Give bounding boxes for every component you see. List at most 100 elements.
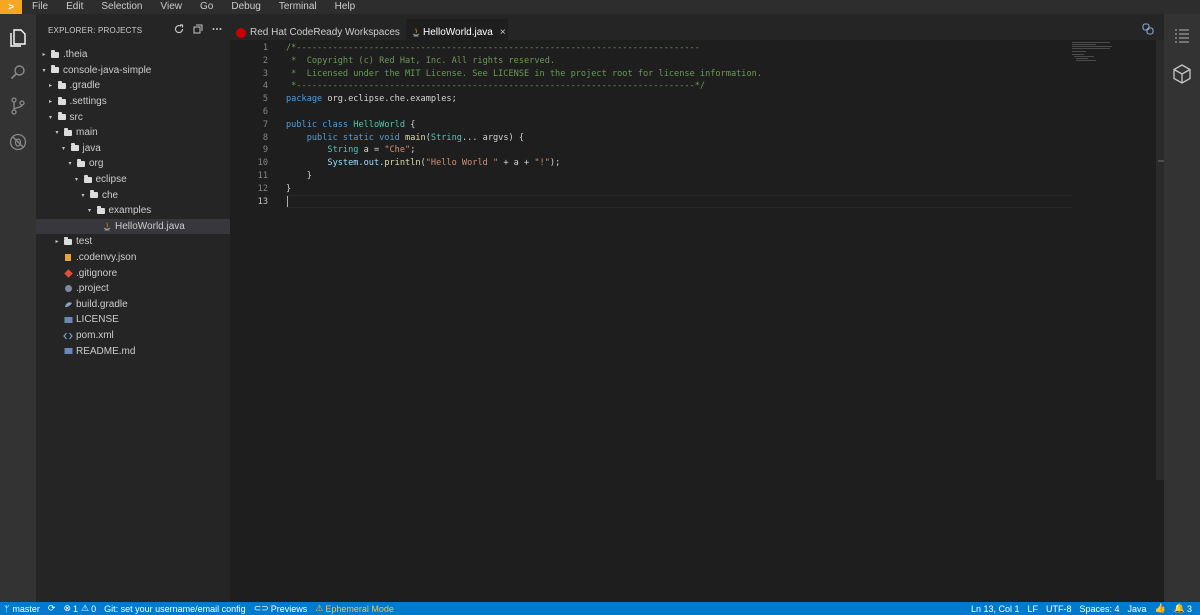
git-branch[interactable]: ᛘ master — [0, 604, 44, 614]
search-icon[interactable] — [8, 62, 28, 82]
notifications[interactable]: 🔔 3 — [1170, 603, 1196, 614]
code-string: "Che" — [384, 145, 411, 156]
tree-file[interactable]: build.gradle — [36, 297, 230, 313]
problems-indicator[interactable]: ⊗ 1 ⚠ 0 — [59, 603, 100, 614]
xml-file-icon — [63, 331, 73, 340]
tab-label: HelloWorld.java — [423, 27, 493, 38]
explorer-sidebar: EXPLORER: PROJECTS ▸ .theia ▾ console-java-… — [36, 14, 230, 602]
line-ending[interactable]: LF — [1023, 604, 1042, 614]
previews-button[interactable]: ⊂⊃ Previews — [250, 603, 312, 614]
menu-terminal[interactable]: Terminal — [270, 0, 326, 14]
language-mode[interactable]: Java — [1124, 604, 1151, 614]
tree-folder[interactable]: ▸ .theia — [36, 47, 230, 63]
menu-edit[interactable]: Edit — [57, 0, 92, 14]
chevron-down-icon[interactable]: ▾ — [60, 145, 68, 152]
tree-folder[interactable]: ▸ .gradle — [36, 78, 230, 94]
menu-selection[interactable]: Selection — [92, 0, 151, 14]
chevron-down-icon[interactable]: ▾ — [79, 192, 87, 199]
chevron-down-icon[interactable]: ▾ — [47, 114, 55, 121]
code-keyword: package — [286, 94, 323, 105]
chevron-right-icon[interactable]: ▸ — [40, 51, 48, 58]
tree-file[interactable]: pom.xml — [36, 328, 230, 344]
activity-bar — [0, 14, 36, 602]
chevron-down-icon[interactable]: ▾ — [53, 129, 61, 136]
tree-folder[interactable]: ▾ java — [36, 141, 230, 157]
tree-file[interactable]: .codenvy.json — [36, 250, 230, 266]
menu-help[interactable]: Help — [326, 0, 365, 14]
notification-count: 3 — [1186, 603, 1192, 614]
minimap[interactable] — [1068, 40, 1158, 80]
more-actions-icon[interactable] — [211, 23, 222, 34]
tree-folder[interactable]: ▾ console-java-simple — [36, 63, 230, 79]
tree-folder[interactable]: ▾ eclipse — [36, 172, 230, 188]
cursor-position[interactable]: Ln 13, Col 1 — [967, 604, 1024, 614]
file-encoding[interactable]: UTF-8 — [1042, 604, 1076, 614]
tree-folder[interactable]: ▾ org — [36, 156, 230, 172]
tree-folder[interactable]: ▾ examples — [36, 203, 230, 219]
tree-item-label: examples — [108, 205, 152, 217]
refresh-icon[interactable] — [173, 23, 184, 34]
code-text: org.eclipse.che.examples; — [322, 94, 457, 105]
source-control-icon[interactable] — [8, 96, 28, 116]
tree-folder[interactable]: ▾ main — [36, 125, 230, 141]
tree-item-label: main — [76, 127, 98, 139]
bell-icon: 🔔 — [1173, 603, 1185, 613]
chevron-right-icon[interactable]: ▸ — [47, 98, 55, 105]
chevron-down-icon[interactable]: ▾ — [66, 160, 74, 167]
chevron-down-icon[interactable]: ▾ — [40, 67, 48, 74]
tree-item-label: build.gradle — [76, 298, 128, 310]
files-icon[interactable] — [8, 28, 28, 48]
sync-icon[interactable]: ⟳ — [44, 603, 60, 614]
line-number: 6 — [262, 107, 268, 117]
tree-file[interactable]: .project — [36, 281, 230, 297]
ephemeral-mode-indicator[interactable]: ⚠ Ephemeral Mode — [311, 603, 398, 614]
indentation[interactable]: Spaces: 4 — [1076, 604, 1124, 614]
tree-file[interactable]: .gitignore — [36, 265, 230, 281]
menu-view[interactable]: View — [152, 0, 192, 14]
redhat-icon — [236, 27, 246, 38]
chevron-right-icon[interactable]: ▸ — [47, 82, 55, 89]
tree-folder[interactable]: ▸ test — [36, 234, 230, 250]
collapse-all-icon[interactable] — [192, 23, 203, 34]
close-tab-icon[interactable]: × — [500, 27, 506, 38]
code-type: String — [430, 132, 462, 143]
code-text: ... argvs) { — [461, 132, 525, 143]
debug-icon[interactable] — [8, 132, 28, 152]
folder-icon — [96, 205, 106, 215]
menu-go[interactable]: Go — [191, 0, 222, 14]
menu-debug[interactable]: Debug — [222, 0, 269, 14]
code-keyword: public static void — [286, 132, 400, 143]
tree-folder[interactable]: ▾ src — [36, 109, 230, 125]
outline-icon[interactable] — [1173, 28, 1191, 44]
tree-file[interactable]: LICENSE — [36, 312, 230, 328]
line-number: 10 — [257, 158, 268, 169]
chevron-down-icon[interactable]: ▾ — [73, 176, 81, 183]
warning-icon: ⚠ — [315, 603, 324, 613]
code-editor[interactable]: 1 2 3 4 5 6 7 8 9 10 11 12 13 /*--------------------… — [230, 40, 1164, 602]
feedback-icon[interactable]: 👍 — [1151, 603, 1170, 614]
code-text: a = — [358, 145, 385, 156]
tree-folder[interactable]: ▾ che — [36, 187, 230, 203]
tree-item-label: test — [76, 236, 93, 248]
chevron-right-icon[interactable]: ▸ — [53, 238, 61, 245]
project-file-icon — [63, 284, 73, 293]
code-text: } — [286, 171, 312, 181]
tree-folder[interactable]: ▸ .settings — [36, 94, 230, 110]
java-file-icon — [412, 28, 420, 37]
code-comment: * Licensed under the MIT License. See LI… — [286, 68, 762, 79]
line-number: 13 — [257, 196, 268, 207]
menu-file[interactable]: File — [22, 0, 57, 14]
line-number: 8 — [262, 132, 268, 143]
code-comment: /*--------------------------------------… — [286, 43, 700, 53]
tree-file[interactable]: HelloWorld.java — [36, 218, 230, 235]
che-logo[interactable]: > — [0, 0, 22, 14]
git-config-message[interactable]: Git: set your username/email config — [100, 604, 250, 614]
split-editor-icon[interactable] — [1142, 23, 1154, 35]
workspace-cube-icon[interactable] — [1172, 64, 1192, 84]
chevron-down-icon[interactable]: ▾ — [86, 207, 94, 214]
tree-file[interactable]: README.md — [36, 343, 230, 359]
vertical-scrollbar[interactable] — [1156, 40, 1164, 480]
tree-item-label: .gradle — [69, 80, 101, 92]
warning-count: 0 — [91, 603, 97, 614]
previews-icon: ⊂⊃ — [253, 603, 269, 613]
